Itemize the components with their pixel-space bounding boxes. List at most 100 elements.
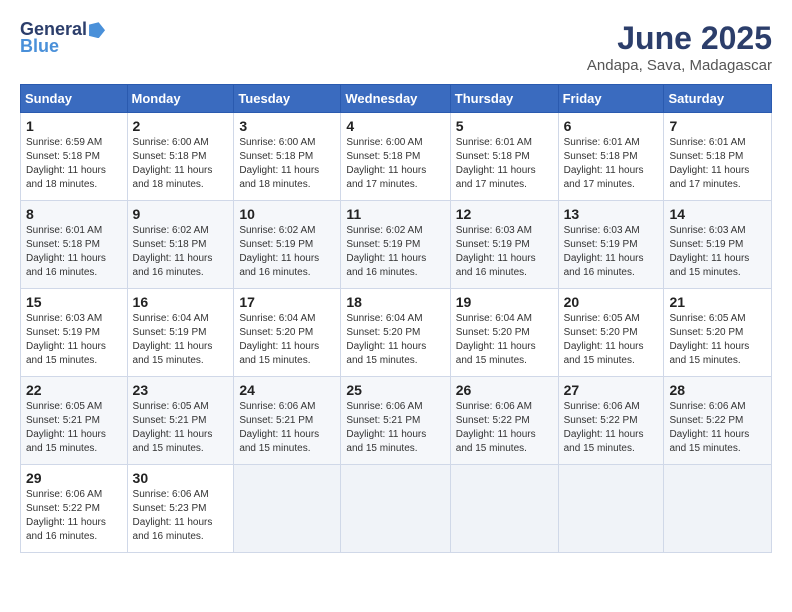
day-info: Sunrise: 6:05 AMSunset: 5:21 PMDaylight:… [26,401,106,454]
header: General Blue June 2025 Andapa, Sava, Mad… [20,20,772,74]
table-row: 9 Sunrise: 6:02 AMSunset: 5:18 PMDayligh… [127,201,234,289]
table-row: 2 Sunrise: 6:00 AMSunset: 5:18 PMDayligh… [127,113,234,201]
table-row: 19 Sunrise: 6:04 AMSunset: 5:20 PMDaylig… [450,289,558,377]
calendar-row: 8 Sunrise: 6:01 AMSunset: 5:18 PMDayligh… [21,201,772,289]
day-number: 16 [133,294,229,310]
logo: General Blue [20,20,107,57]
day-number: 27 [564,382,659,398]
day-number: 2 [133,118,229,134]
col-saturday: Saturday [664,85,772,113]
table-row: 4 Sunrise: 6:00 AMSunset: 5:18 PMDayligh… [341,113,450,201]
table-row: 15 Sunrise: 6:03 AMSunset: 5:19 PMDaylig… [21,289,128,377]
day-number: 24 [239,382,335,398]
table-row: 17 Sunrise: 6:04 AMSunset: 5:20 PMDaylig… [234,289,341,377]
day-info: Sunrise: 6:03 AMSunset: 5:19 PMDaylight:… [564,225,644,278]
day-info: Sunrise: 6:06 AMSunset: 5:23 PMDaylight:… [133,489,213,542]
day-info: Sunrise: 6:00 AMSunset: 5:18 PMDaylight:… [346,137,426,190]
table-row [664,465,772,553]
day-number: 7 [669,118,766,134]
day-info: Sunrise: 6:00 AMSunset: 5:18 PMDaylight:… [133,137,213,190]
table-row: 20 Sunrise: 6:05 AMSunset: 5:20 PMDaylig… [558,289,664,377]
day-info: Sunrise: 6:04 AMSunset: 5:20 PMDaylight:… [239,313,319,366]
table-row: 3 Sunrise: 6:00 AMSunset: 5:18 PMDayligh… [234,113,341,201]
day-number: 22 [26,382,122,398]
col-friday: Friday [558,85,664,113]
calendar-row: 1 Sunrise: 6:59 AMSunset: 5:18 PMDayligh… [21,113,772,201]
day-info: Sunrise: 6:06 AMSunset: 5:22 PMDaylight:… [456,401,536,454]
day-info: Sunrise: 6:04 AMSunset: 5:20 PMDaylight:… [456,313,536,366]
calendar-row: 15 Sunrise: 6:03 AMSunset: 5:19 PMDaylig… [21,289,772,377]
table-row: 5 Sunrise: 6:01 AMSunset: 5:18 PMDayligh… [450,113,558,201]
table-row: 8 Sunrise: 6:01 AMSunset: 5:18 PMDayligh… [21,201,128,289]
col-wednesday: Wednesday [341,85,450,113]
table-row: 27 Sunrise: 6:06 AMSunset: 5:22 PMDaylig… [558,377,664,465]
day-number: 19 [456,294,553,310]
day-number: 1 [26,118,122,134]
day-number: 17 [239,294,335,310]
day-number: 20 [564,294,659,310]
day-number: 9 [133,206,229,222]
calendar-row: 22 Sunrise: 6:05 AMSunset: 5:21 PMDaylig… [21,377,772,465]
day-info: Sunrise: 6:05 AMSunset: 5:21 PMDaylight:… [133,401,213,454]
day-info: Sunrise: 6:01 AMSunset: 5:18 PMDaylight:… [26,225,106,278]
day-number: 26 [456,382,553,398]
table-row: 10 Sunrise: 6:02 AMSunset: 5:19 PMDaylig… [234,201,341,289]
table-row: 21 Sunrise: 6:05 AMSunset: 5:20 PMDaylig… [664,289,772,377]
day-info: Sunrise: 6:02 AMSunset: 5:19 PMDaylight:… [346,225,426,278]
day-number: 12 [456,206,553,222]
table-row: 26 Sunrise: 6:06 AMSunset: 5:22 PMDaylig… [450,377,558,465]
day-number: 11 [346,206,444,222]
calendar-row: 29 Sunrise: 6:06 AMSunset: 5:22 PMDaylig… [21,465,772,553]
day-info: Sunrise: 6:06 AMSunset: 5:21 PMDaylight:… [239,401,319,454]
day-info: Sunrise: 6:06 AMSunset: 5:22 PMDaylight:… [564,401,644,454]
table-row: 22 Sunrise: 6:05 AMSunset: 5:21 PMDaylig… [21,377,128,465]
day-number: 14 [669,206,766,222]
day-info: Sunrise: 6:59 AMSunset: 5:18 PMDaylight:… [26,137,106,190]
table-row: 12 Sunrise: 6:03 AMSunset: 5:19 PMDaylig… [450,201,558,289]
day-number: 23 [133,382,229,398]
day-info: Sunrise: 6:02 AMSunset: 5:18 PMDaylight:… [133,225,213,278]
day-number: 10 [239,206,335,222]
day-number: 6 [564,118,659,134]
table-row: 25 Sunrise: 6:06 AMSunset: 5:21 PMDaylig… [341,377,450,465]
table-row: 13 Sunrise: 6:03 AMSunset: 5:19 PMDaylig… [558,201,664,289]
table-row [234,465,341,553]
day-info: Sunrise: 6:01 AMSunset: 5:18 PMDaylight:… [669,137,749,190]
day-number: 21 [669,294,766,310]
day-number: 15 [26,294,122,310]
day-info: Sunrise: 6:03 AMSunset: 5:19 PMDaylight:… [456,225,536,278]
table-row: 14 Sunrise: 6:03 AMSunset: 5:19 PMDaylig… [664,201,772,289]
day-number: 29 [26,470,122,486]
day-number: 13 [564,206,659,222]
location-title: Andapa, Sava, Madagascar [587,57,772,74]
table-row: 24 Sunrise: 6:06 AMSunset: 5:21 PMDaylig… [234,377,341,465]
day-info: Sunrise: 6:03 AMSunset: 5:19 PMDaylight:… [26,313,106,366]
table-row [341,465,450,553]
day-info: Sunrise: 6:03 AMSunset: 5:19 PMDaylight:… [669,225,749,278]
col-monday: Monday [127,85,234,113]
table-row: 16 Sunrise: 6:04 AMSunset: 5:19 PMDaylig… [127,289,234,377]
day-info: Sunrise: 6:00 AMSunset: 5:18 PMDaylight:… [239,137,319,190]
table-row [450,465,558,553]
table-row: 30 Sunrise: 6:06 AMSunset: 5:23 PMDaylig… [127,465,234,553]
table-row: 18 Sunrise: 6:04 AMSunset: 5:20 PMDaylig… [341,289,450,377]
day-info: Sunrise: 6:04 AMSunset: 5:19 PMDaylight:… [133,313,213,366]
col-sunday: Sunday [21,85,128,113]
month-title: June 2025 [587,20,772,57]
day-info: Sunrise: 6:01 AMSunset: 5:18 PMDaylight:… [456,137,536,190]
day-info: Sunrise: 6:01 AMSunset: 5:18 PMDaylight:… [564,137,644,190]
day-info: Sunrise: 6:05 AMSunset: 5:20 PMDaylight:… [564,313,644,366]
calendar-table: Sunday Monday Tuesday Wednesday Thursday… [20,84,772,553]
day-info: Sunrise: 6:05 AMSunset: 5:20 PMDaylight:… [669,313,749,366]
table-row: 29 Sunrise: 6:06 AMSunset: 5:22 PMDaylig… [21,465,128,553]
day-number: 4 [346,118,444,134]
day-number: 3 [239,118,335,134]
day-info: Sunrise: 6:06 AMSunset: 5:21 PMDaylight:… [346,401,426,454]
table-row [558,465,664,553]
table-row: 23 Sunrise: 6:05 AMSunset: 5:21 PMDaylig… [127,377,234,465]
table-row: 1 Sunrise: 6:59 AMSunset: 5:18 PMDayligh… [21,113,128,201]
col-tuesday: Tuesday [234,85,341,113]
day-info: Sunrise: 6:04 AMSunset: 5:20 PMDaylight:… [346,313,426,366]
day-number: 5 [456,118,553,134]
day-number: 28 [669,382,766,398]
